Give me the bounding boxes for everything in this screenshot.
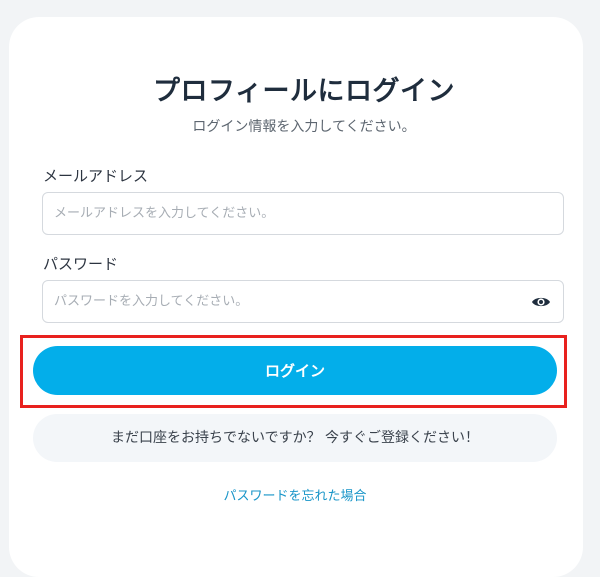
login-button[interactable]: ログイン bbox=[33, 346, 557, 395]
page-subtitle: ログイン情報を入力してください。 bbox=[192, 119, 416, 135]
password-label: パスワード bbox=[43, 255, 119, 273]
email-field[interactable] bbox=[54, 193, 524, 234]
password-field-box[interactable] bbox=[42, 280, 564, 323]
password-field[interactable] bbox=[54, 281, 524, 322]
register-link[interactable]: まだ口座をお持ちでないですか？ 今すぐご登録ください！ bbox=[33, 414, 557, 462]
email-field-box[interactable] bbox=[42, 192, 564, 235]
page-title: プロフィールにログイン bbox=[153, 76, 455, 107]
email-label: メールアドレス bbox=[43, 167, 149, 185]
forgot-password-link[interactable]: パスワードを忘れた場合 bbox=[0, 485, 590, 504]
eye-icon[interactable] bbox=[531, 293, 551, 311]
